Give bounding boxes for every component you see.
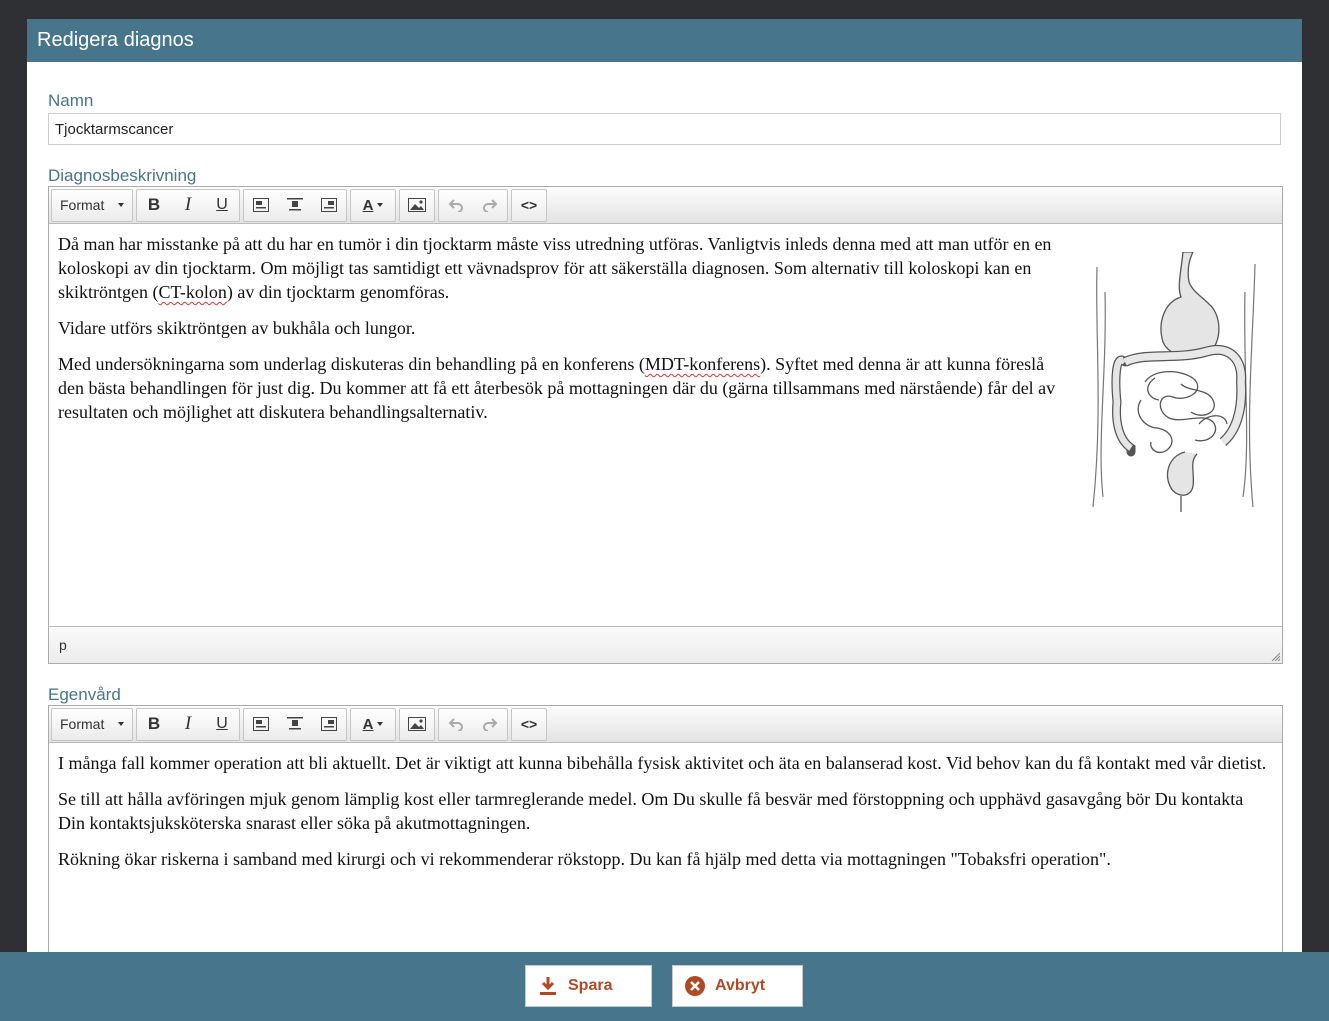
caret-down-icon	[118, 203, 124, 207]
description-content[interactable]: Då man har misstanke på att du har en tu…	[49, 224, 1282, 627]
text-color-label: A	[362, 715, 374, 733]
align-center-icon	[287, 198, 303, 211]
description-statusbar: p	[49, 626, 1282, 663]
undo-button[interactable]	[439, 710, 473, 739]
selfcare-toolbar: Format B I U A <>	[49, 706, 1282, 743]
name-label: Namn	[48, 91, 94, 110]
align-left-icon	[253, 717, 269, 731]
italic-button[interactable]: I	[171, 191, 205, 220]
align-center-button[interactable]	[278, 191, 312, 220]
description-editor: Format B I U A <> Då man har misstanke p…	[48, 186, 1283, 664]
dialog-title: Redigera diagnos	[27, 19, 1302, 62]
undo-icon	[448, 199, 463, 212]
description-paragraph-3: Med undersökningarna som underlag diskut…	[58, 354, 1056, 422]
align-left-button[interactable]	[244, 710, 278, 739]
text-color-label: A	[362, 196, 374, 214]
spellcheck-word: CT-kolon	[158, 282, 227, 302]
format-label: Format	[60, 716, 105, 732]
description-toolbar: Format B I U A <>	[49, 187, 1282, 224]
cancel-circle-icon	[685, 976, 705, 996]
italic-button[interactable]: I	[171, 710, 205, 739]
align-center-button[interactable]	[278, 710, 312, 739]
align-right-icon	[321, 717, 337, 731]
align-right-button[interactable]	[312, 710, 346, 739]
source-code-button[interactable]: <>	[512, 191, 546, 220]
digestive-system-illustration	[1092, 252, 1256, 512]
align-right-button[interactable]	[312, 191, 346, 220]
caret-down-icon	[377, 722, 384, 726]
edit-diagnosis-dialog: Redigera diagnos Namn Diagnosbeskrivning…	[27, 0, 1302, 1021]
undo-icon	[448, 718, 463, 731]
description-label: Diagnosbeskrivning	[48, 166, 197, 185]
caret-down-icon	[118, 722, 124, 726]
format-dropdown[interactable]: Format	[52, 191, 132, 220]
dialog-top-bar	[27, 0, 1302, 19]
redo-icon	[483, 718, 498, 731]
text-color-button[interactable]: A	[351, 710, 395, 739]
undo-button[interactable]	[439, 191, 473, 220]
align-left-icon	[253, 198, 269, 212]
selfcare-paragraph-2: Se till att hålla avföringen mjuk genom …	[58, 789, 1244, 833]
cancel-label: Avbryt	[715, 977, 766, 994]
align-right-icon	[321, 198, 337, 212]
cancel-button[interactable]: Avbryt	[672, 965, 803, 1007]
spellcheck-word: MDT-konferens	[644, 354, 761, 374]
underline-button[interactable]: U	[205, 710, 239, 739]
align-left-button[interactable]	[244, 191, 278, 220]
resize-handle-icon[interactable]	[1270, 651, 1280, 661]
bold-button[interactable]: B	[137, 710, 171, 739]
align-center-icon	[287, 717, 303, 730]
selfcare-label: Egenvård	[48, 685, 121, 704]
save-button[interactable]: Spara	[525, 965, 652, 1007]
description-paragraph-2: Vidare utförs skiktröntgen av bukhåla oc…	[58, 318, 416, 338]
description-paragraph-1: Då man har misstanke på att du har en tu…	[58, 234, 1052, 302]
caret-down-icon	[377, 203, 384, 207]
redo-button[interactable]	[473, 710, 507, 739]
selfcare-paragraph-1: I många fall kommer operation att bli ak…	[58, 753, 1267, 773]
bold-button[interactable]: B	[137, 191, 171, 220]
code-icon: <>	[520, 716, 538, 732]
redo-button[interactable]	[473, 191, 507, 220]
save-label: Spara	[568, 977, 613, 994]
code-icon: <>	[520, 197, 538, 213]
text-color-button[interactable]: A	[351, 191, 395, 220]
download-icon	[538, 976, 558, 996]
redo-icon	[483, 199, 498, 212]
insert-image-button[interactable]	[400, 710, 434, 739]
name-input[interactable]	[48, 113, 1281, 145]
image-icon	[408, 717, 426, 731]
format-dropdown[interactable]: Format	[52, 710, 132, 739]
insert-image-button[interactable]	[400, 191, 434, 220]
dialog-footer: Spara Avbryt	[0, 952, 1329, 1021]
selfcare-content[interactable]: I många fall kommer operation att bli ak…	[49, 743, 1282, 891]
source-code-button[interactable]: <>	[512, 710, 546, 739]
image-icon	[408, 198, 426, 212]
underline-button[interactable]: U	[205, 191, 239, 220]
selfcare-paragraph-3: Rökning ökar riskerna i samband med kiru…	[58, 849, 1111, 869]
element-path[interactable]: p	[59, 637, 67, 653]
format-label: Format	[60, 197, 105, 213]
